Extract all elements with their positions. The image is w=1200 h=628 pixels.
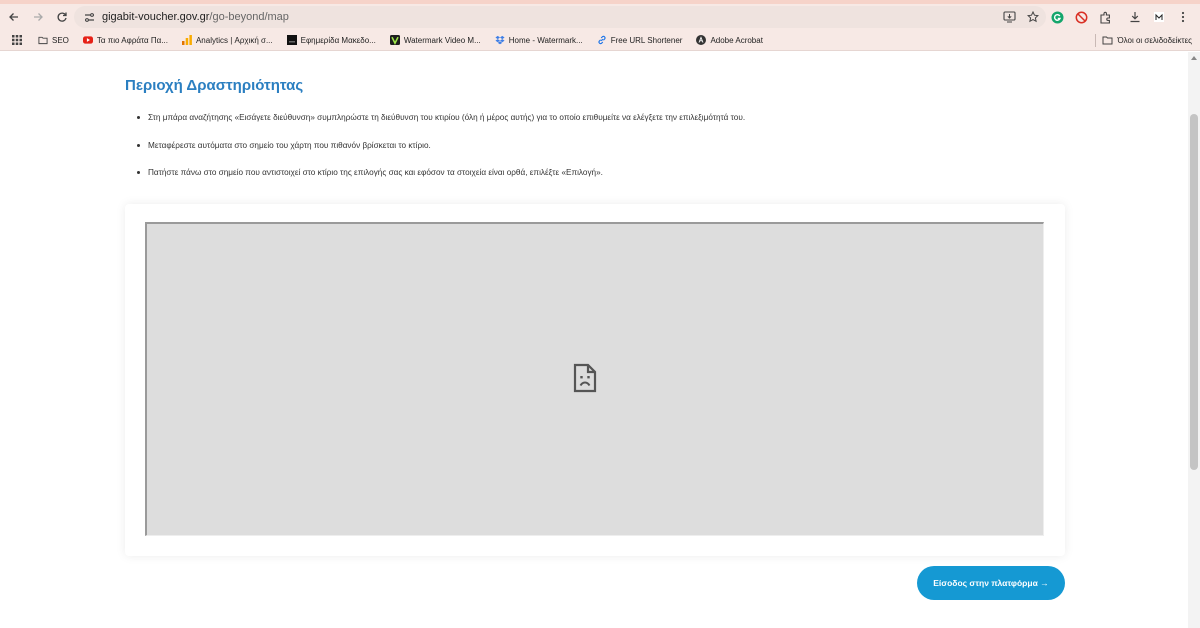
bookmark-youtube[interactable]: Τα πιο Αφράτα Πα... bbox=[82, 35, 168, 45]
bookmark-label: Watermark Video M... bbox=[403, 35, 481, 45]
map-card bbox=[125, 204, 1065, 556]
install-app-icon[interactable] bbox=[1002, 10, 1016, 24]
link-icon bbox=[597, 35, 607, 45]
bookmark-label: Τα πιο Αφράτα Πα... bbox=[96, 35, 168, 45]
bookmark-watermark-video[interactable]: Watermark Video M... bbox=[389, 35, 481, 45]
dropbox-icon bbox=[495, 35, 505, 45]
menu-kebab-icon[interactable] bbox=[1176, 10, 1190, 24]
reload-icon bbox=[57, 12, 67, 22]
bookmark-star-icon[interactable] bbox=[1026, 10, 1040, 24]
instruction-item: Μεταφέρεστε αυτόματα στο σημείο του χάρτ… bbox=[137, 141, 745, 169]
url-path: /go-beyond/map bbox=[209, 11, 289, 23]
arrow-right-icon bbox=[34, 13, 43, 21]
bookmark-home-watermark[interactable]: Home - Watermark... bbox=[495, 35, 583, 45]
folder-icon bbox=[38, 35, 48, 45]
bookmark-seo[interactable]: SEO bbox=[38, 35, 69, 45]
forward-button[interactable] bbox=[26, 5, 50, 29]
bookmark-label: SEO bbox=[52, 35, 69, 45]
bookmark-newspaper[interactable]: Εφημερίδα Μακεδο... bbox=[286, 35, 376, 45]
broken-page-icon bbox=[572, 363, 598, 393]
url-domain: gigabit-voucher.gov.gr bbox=[102, 11, 210, 23]
bookmark-label: Home - Watermark... bbox=[508, 35, 583, 45]
instruction-item: Στη μπάρα αναζήτησης «Εισάγετε διεύθυνση… bbox=[137, 113, 745, 141]
bookmark-label: Εφημερίδα Μακεδο... bbox=[300, 35, 376, 45]
instruction-item: Πατήστε πάνω στο σημείο που αντιστοιχεί … bbox=[137, 168, 745, 196]
reload-button[interactable] bbox=[50, 5, 74, 29]
youtube-icon bbox=[82, 35, 93, 45]
instructions-list: Στη μπάρα αναζήτησης «Εισάγετε διεύθυνση… bbox=[137, 113, 745, 196]
newspaper-icon bbox=[286, 35, 297, 45]
scroll-up-arrow-icon[interactable] bbox=[1191, 56, 1197, 60]
back-button[interactable] bbox=[2, 5, 26, 29]
download-icon[interactable] bbox=[1128, 10, 1142, 24]
enter-platform-button[interactable]: Είσοδος στην πλατφόρμα → bbox=[917, 566, 1065, 600]
bookmark-label: Adobe Acrobat bbox=[710, 35, 763, 45]
profile-avatar-icon[interactable] bbox=[1152, 10, 1166, 24]
acrobat-icon bbox=[696, 35, 707, 45]
bookmark-label: Analytics | Αρχική σ... bbox=[195, 35, 273, 45]
all-bookmarks-button[interactable]: Όλοι οι σελιδοδείκτες bbox=[1102, 30, 1192, 51]
map-iframe[interactable] bbox=[145, 222, 1044, 536]
bookmark-adobe-acrobat[interactable]: Adobe Acrobat bbox=[696, 35, 763, 45]
scrollbar-thumb[interactable] bbox=[1190, 114, 1198, 470]
bookmark-url-shortener[interactable]: Free URL Shortener bbox=[597, 35, 683, 45]
folder-icon bbox=[1102, 35, 1113, 47]
extensions-puzzle-icon[interactable] bbox=[1098, 10, 1112, 24]
watermark-v-icon bbox=[389, 35, 400, 45]
browser-toolbar: gigabit-voucher.gov.gr/go-beyond/map bbox=[0, 4, 1200, 30]
all-bookmarks-label: Όλοι οι σελιδοδείκτες bbox=[1117, 36, 1192, 45]
page-title: Περιοχή Δραστηριότητας bbox=[125, 77, 304, 94]
grammarly-extension-icon[interactable] bbox=[1050, 10, 1064, 24]
url-text[interactable]: gigabit-voucher.gov.gr/go-beyond/map bbox=[102, 11, 289, 23]
address-bar[interactable]: gigabit-voucher.gov.gr/go-beyond/map bbox=[74, 6, 1046, 28]
apps-grid-icon[interactable] bbox=[12, 35, 22, 45]
analytics-icon bbox=[181, 35, 192, 45]
bookmark-analytics[interactable]: Analytics | Αρχική σ... bbox=[181, 35, 273, 45]
bookmark-label: Free URL Shortener bbox=[610, 35, 683, 45]
bookmarks-bar: SEO Τα πιο Αφράτα Πα... Analytics | Αρχι… bbox=[0, 30, 1200, 51]
blocker-extension-icon[interactable] bbox=[1074, 10, 1088, 24]
bookmarks-divider bbox=[1095, 34, 1096, 47]
page-scrollbar[interactable] bbox=[1188, 52, 1200, 628]
arrow-left-icon bbox=[9, 13, 18, 21]
page-content: Περιοχή Δραστηριότητας Στη μπάρα αναζήτη… bbox=[0, 52, 1188, 628]
site-info-icon[interactable] bbox=[78, 12, 100, 23]
